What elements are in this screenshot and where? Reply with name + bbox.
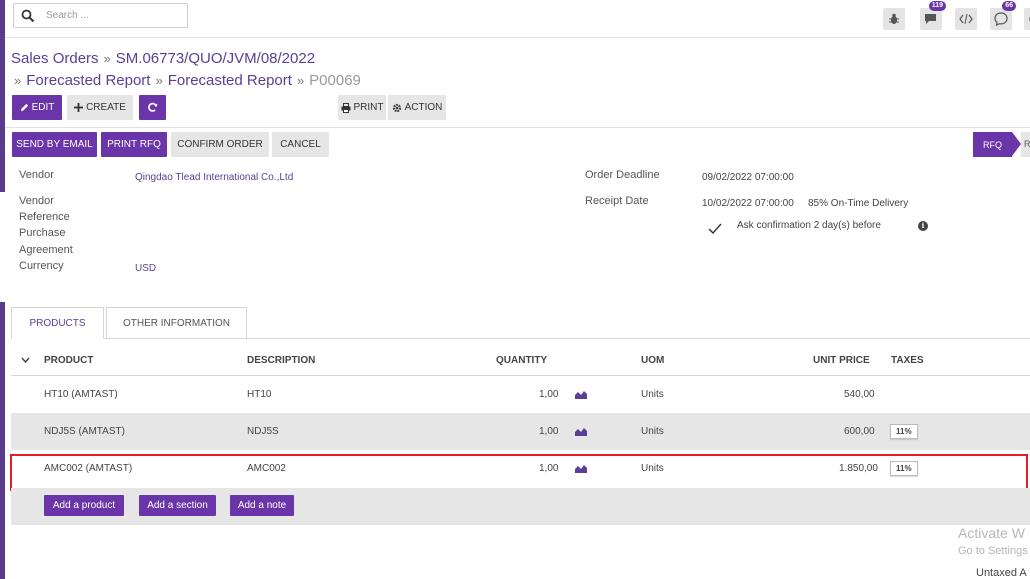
header-taxes[interactable]: TAXES xyxy=(891,355,924,366)
row-product: NDJ5S (AMTAST) xyxy=(44,426,125,437)
code-icon[interactable] xyxy=(955,8,977,30)
send-by-email-button[interactable]: SEND BY EMAIL xyxy=(12,132,97,157)
table-row[interactable]: NDJ5S (AMTAST) NDJ5S 1,00 Units 600,00 1… xyxy=(11,413,1030,450)
search-box[interactable]: Search ... xyxy=(13,3,188,28)
breadcrumb-separator: » xyxy=(155,73,163,88)
breadcrumb-separator: » xyxy=(103,51,111,66)
breadcrumb-quotation[interactable]: SM.06773/QUO/JVM/08/2022 xyxy=(116,50,315,67)
create-button[interactable]: CREATE xyxy=(67,95,133,120)
bug-icon[interactable] xyxy=(883,8,905,30)
row-uom: Units xyxy=(641,426,664,437)
tax-tag[interactable]: 11% xyxy=(890,424,918,439)
divider xyxy=(5,127,1030,128)
add-section-button[interactable]: Add a section xyxy=(139,495,216,516)
untaxed-amount-label: Untaxed A xyxy=(976,567,1027,579)
breadcrumb: Sales Orders » SM.06773/QUO/JVM/08/2022 xyxy=(11,50,315,67)
header-description[interactable]: DESCRIPTION xyxy=(247,355,315,366)
row-description: NDJ5S xyxy=(247,426,279,437)
header-quantity[interactable]: QUANTITY xyxy=(496,355,547,366)
header-unit-price[interactable]: UNIT PRICE xyxy=(813,355,870,366)
search-icon xyxy=(21,9,35,23)
status-rfq[interactable]: RFQ xyxy=(973,132,1012,157)
print-button-label: PRINT xyxy=(353,102,384,113)
currency-value[interactable]: USD xyxy=(135,263,156,274)
order-deadline-label: Order Deadline xyxy=(585,169,660,181)
forecast-chart-icon[interactable] xyxy=(575,426,587,436)
row-unit-price: 540,00 xyxy=(844,389,875,400)
gear-icon xyxy=(392,103,401,112)
search-input[interactable]: Search ... xyxy=(46,10,89,21)
row-highlight-box xyxy=(10,454,1028,491)
ask-confirmation-text: Ask confirmation 2 day(s) before xyxy=(737,220,881,231)
vendor-reference-label: Vendor xyxy=(19,195,54,207)
on-time-delivery: 85% On-Time Delivery xyxy=(808,198,909,209)
action-button-label: ACTION xyxy=(404,102,443,113)
currency-label: Currency xyxy=(19,260,64,272)
print-button[interactable]: PRINT xyxy=(338,95,386,120)
purchase-agreement-label: Purchase xyxy=(19,227,66,239)
row-quantity: 1,00 xyxy=(539,426,559,437)
receipt-date-label: Receipt Date xyxy=(585,195,649,207)
tab-products[interactable]: PRODUCTS xyxy=(11,307,104,339)
activity-icon[interactable] xyxy=(1024,8,1030,30)
breadcrumb-current: P00069 xyxy=(309,72,361,89)
chat-icon[interactable]: 119 xyxy=(920,1,946,30)
status-next[interactable]: R xyxy=(1021,132,1030,157)
refresh-button[interactable] xyxy=(139,95,166,120)
row-quantity: 1,00 xyxy=(539,389,559,400)
forecast-chart-icon[interactable] xyxy=(575,389,587,399)
messages-count-badge: 66 xyxy=(1002,1,1016,11)
row-uom: Units xyxy=(641,389,664,400)
create-button-label: CREATE xyxy=(86,102,126,113)
purchase-agreement-label-2: Agreement xyxy=(19,244,73,256)
edit-button-label: EDIT xyxy=(31,102,55,113)
checkmark-icon[interactable] xyxy=(708,223,722,234)
row-product: HT10 (AMTAST) xyxy=(44,389,118,400)
chat-count-badge: 119 xyxy=(928,1,946,11)
plus-icon xyxy=(74,103,84,112)
receipt-date-value[interactable]: 10/02/2022 07:00:00 xyxy=(702,198,794,209)
confirm-order-button[interactable]: CONFIRM ORDER xyxy=(171,132,269,157)
breadcrumb-sales-orders[interactable]: Sales Orders xyxy=(11,50,99,67)
messages-icon[interactable]: 66 xyxy=(990,1,1016,30)
refresh-icon xyxy=(148,102,158,112)
add-note-button[interactable]: Add a note xyxy=(230,495,294,516)
status-arrow xyxy=(1012,132,1021,156)
breadcrumb-forecasted-report-2[interactable]: Forecasted Report xyxy=(168,72,292,89)
pencil-icon xyxy=(20,103,28,112)
vendor-reference-label-2: Reference xyxy=(19,211,70,223)
edit-button[interactable]: EDIT xyxy=(12,95,62,120)
print-rfq-button[interactable]: PRINT RFQ xyxy=(101,132,167,157)
chevron-down-icon[interactable] xyxy=(21,357,30,363)
activate-windows-watermark: Activate W xyxy=(958,525,1025,541)
action-button[interactable]: ACTION xyxy=(388,95,446,120)
order-deadline-value[interactable]: 09/02/2022 07:00:00 xyxy=(702,172,794,183)
printer-icon xyxy=(341,102,350,113)
row-unit-price: 600,00 xyxy=(844,426,875,437)
activate-windows-subtext: Go to Settings xyxy=(958,545,1028,557)
breadcrumb-separator: » xyxy=(14,73,22,88)
breadcrumb-continued: » Forecasted Report » Forecasted Report » P00… xyxy=(14,72,361,89)
row-description: HT10 xyxy=(247,389,272,400)
header-product[interactable]: PRODUCT xyxy=(44,355,93,366)
vendor-value[interactable]: Qingdao Tlead International Co.,Ltd xyxy=(135,172,293,183)
header-uom[interactable]: UOM xyxy=(641,355,664,366)
top-navbar: Search ... 119 66 xyxy=(5,0,1030,38)
tab-other-information[interactable]: OTHER INFORMATION xyxy=(106,307,247,339)
vendor-label: Vendor xyxy=(19,169,54,181)
table-row[interactable]: HT10 (AMTAST) HT10 1,00 Units 540,00 xyxy=(11,376,1030,413)
add-product-button[interactable]: Add a product xyxy=(44,495,124,516)
info-icon[interactable]: i xyxy=(918,221,928,231)
left-accent-strip xyxy=(0,0,5,579)
breadcrumb-forecasted-report-1[interactable]: Forecasted Report xyxy=(26,72,150,89)
cancel-button[interactable]: CANCEL xyxy=(272,132,329,157)
breadcrumb-separator: » xyxy=(296,73,305,88)
